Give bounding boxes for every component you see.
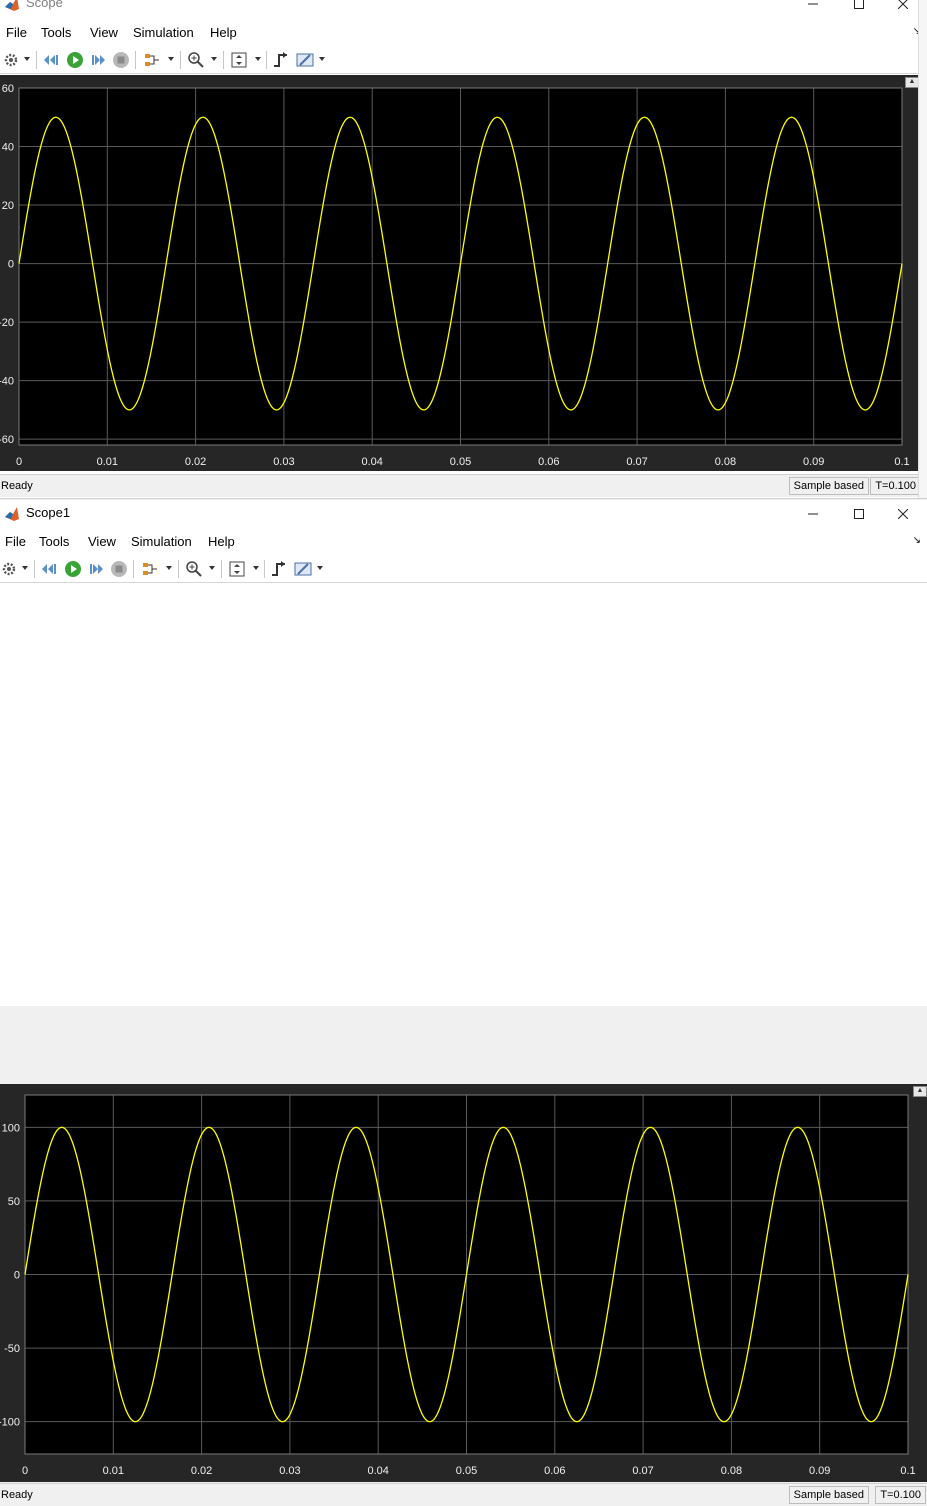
- menu-simulation[interactable]: Simulation: [131, 534, 192, 549]
- y-tick-label: 40: [2, 142, 14, 154]
- menu-bar: File Tools View Simulation Help ↘: [0, 531, 927, 553]
- y-tick-label: -40: [0, 376, 14, 388]
- signal-select-icon[interactable]: [143, 51, 161, 69]
- toolbar: [0, 47, 927, 74]
- scope-display[interactable]: 0 0.01 0.02 0.03 0.04 0.05 0.06 0.07 0.08 0.09 0.1…: [0, 1084, 927, 1482]
- undock-axes-icon[interactable]: ▲: [905, 77, 919, 88]
- settings-icon[interactable]: [0, 560, 18, 578]
- step-forward-icon[interactable]: [87, 560, 105, 578]
- run-icon[interactable]: [66, 51, 84, 69]
- window-title: Scope1: [26, 505, 71, 520]
- y-tick-label: 50: [8, 1196, 20, 1208]
- triggers-icon[interactable]: [272, 51, 290, 69]
- signal-select-icon[interactable]: [141, 560, 159, 578]
- fit-axes-icon[interactable]: [228, 560, 246, 578]
- y-tick-label: 20: [2, 200, 14, 212]
- x-tick-label: 0.05: [450, 456, 471, 468]
- undock-axes-icon[interactable]: ▲: [913, 1086, 927, 1097]
- menu-view[interactable]: View: [90, 25, 118, 40]
- title-bar[interactable]: Scope: [0, 0, 927, 18]
- y-tick-label: -60: [0, 434, 14, 446]
- title-bar[interactable]: Scope1: [0, 500, 927, 528]
- time-indicator: T=0.100: [875, 1486, 926, 1504]
- dock-arrow-icon[interactable]: ↘: [913, 535, 921, 546]
- step-back-icon[interactable]: [43, 51, 61, 69]
- x-tick-label: 0.04: [361, 456, 382, 468]
- background-window-edge: [918, 0, 927, 498]
- matlab-icon: [4, 0, 20, 12]
- y-tick-label: -100: [0, 1417, 20, 1429]
- measurements-icon[interactable]: [294, 560, 312, 578]
- maximize-button[interactable]: [847, 0, 871, 14]
- menu-simulation[interactable]: Simulation: [133, 25, 194, 40]
- sample-mode-indicator: Sample based: [788, 1486, 869, 1504]
- zoom-in-icon[interactable]: [185, 560, 203, 578]
- x-tick-label: 0.01: [97, 456, 118, 468]
- menu-tools[interactable]: Tools: [41, 25, 71, 40]
- x-tick-label: 0.05: [456, 1465, 477, 1477]
- x-tick-label: 0.04: [367, 1465, 388, 1477]
- x-tick-label: 0.06: [544, 1465, 565, 1477]
- close-button[interactable]: [891, 504, 915, 524]
- status-bar: Ready Sample based T=0.100: [0, 1483, 927, 1506]
- x-tick-label: 0.06: [538, 456, 559, 468]
- time-indicator: T=0.100: [870, 477, 921, 495]
- menu-help[interactable]: Help: [208, 534, 235, 549]
- x-tick-label: 0.1: [894, 456, 909, 468]
- y-tick-label: 0: [14, 1270, 20, 1282]
- window-title: Scope: [26, 0, 63, 10]
- x-tick-label: 0.03: [279, 1465, 300, 1477]
- matlab-icon: [4, 506, 20, 522]
- status-ready: Ready: [1, 1489, 33, 1501]
- x-tick-label: 0.02: [191, 1465, 212, 1477]
- status-bar: Ready Sample based T=0.100: [0, 474, 927, 497]
- toolbar: [0, 556, 927, 583]
- minimize-button[interactable]: [801, 0, 825, 14]
- status-ready: Ready: [1, 480, 33, 492]
- menu-tools[interactable]: Tools: [39, 534, 69, 549]
- close-button[interactable]: [891, 0, 915, 14]
- menu-file[interactable]: File: [5, 534, 26, 549]
- menu-file[interactable]: File: [6, 25, 27, 40]
- maximize-button[interactable]: [847, 504, 871, 524]
- scope1-window: Scope1 File Tools View Simulation Help ↘: [0, 500, 927, 1506]
- triggers-icon[interactable]: [270, 560, 288, 578]
- x-tick-label: 0.08: [721, 1465, 742, 1477]
- stop-icon[interactable]: [110, 560, 128, 578]
- x-tick-label: 0.01: [103, 1465, 124, 1477]
- menu-help[interactable]: Help: [210, 25, 237, 40]
- scope-display[interactable]: 0 0.01 0.02 0.03 0.04 0.05 0.06 0.07 0.08 0.09 0.1…: [0, 75, 919, 471]
- y-tick-label: 60: [2, 83, 14, 95]
- run-icon[interactable]: [64, 560, 82, 578]
- x-tick-label: 0.07: [626, 456, 647, 468]
- x-tick-label: 0.02: [185, 456, 206, 468]
- x-tick-label: 0: [16, 456, 22, 468]
- menu-bar: File Tools View Simulation Help ↘: [0, 22, 927, 44]
- menu-view[interactable]: View: [88, 534, 116, 549]
- y-tick-label: 100: [2, 1122, 20, 1134]
- x-tick-label: 0.1: [900, 1465, 915, 1477]
- minimize-button[interactable]: [801, 504, 825, 524]
- x-tick-label: 0.03: [273, 456, 294, 468]
- step-forward-icon[interactable]: [89, 51, 107, 69]
- x-tick-label: 0: [22, 1465, 28, 1477]
- settings-icon[interactable]: [2, 51, 20, 69]
- x-tick-label: 0.09: [809, 1465, 830, 1477]
- sample-mode-indicator: Sample based: [788, 477, 869, 495]
- y-tick-label: -20: [0, 317, 14, 329]
- x-tick-label: 0.09: [803, 456, 824, 468]
- fit-axes-icon[interactable]: [230, 51, 248, 69]
- scope-window: Scope File Tools View Simulation Help ↘: [0, 0, 927, 499]
- zoom-in-icon[interactable]: [187, 51, 205, 69]
- x-tick-label: 0.08: [715, 456, 736, 468]
- scope-plot[interactable]: 0 0.01 0.02 0.03 0.04 0.05 0.06 0.07 0.08 0.09 0.1…: [0, 1084, 927, 1482]
- scope-plot[interactable]: 0 0.01 0.02 0.03 0.04 0.05 0.06 0.07 0.08 0.09 0.1…: [0, 75, 919, 471]
- stop-icon[interactable]: [112, 51, 130, 69]
- measurements-icon[interactable]: [296, 51, 314, 69]
- x-tick-label: 0.07: [632, 1465, 653, 1477]
- y-tick-label: 0: [8, 259, 14, 271]
- step-back-icon[interactable]: [41, 560, 59, 578]
- y-tick-label: -50: [4, 1343, 20, 1355]
